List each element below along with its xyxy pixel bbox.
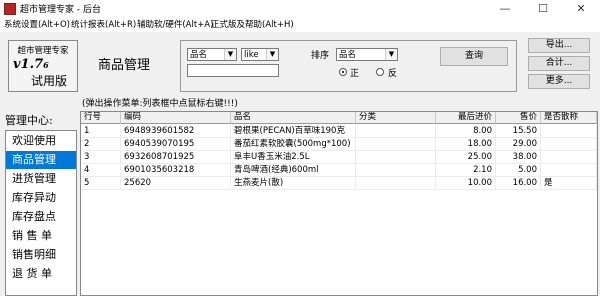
page-title: 商品管理 bbox=[98, 58, 151, 73]
table-cell: 碧根果(PECAN)百草味190克 bbox=[231, 125, 356, 138]
field-select[interactable]: 品名 ▼ bbox=[187, 48, 237, 61]
table-cell: 6948939601582 bbox=[121, 125, 231, 138]
nav-item-sales-order[interactable]: 销 售 单 bbox=[6, 227, 76, 245]
table-cell: 是 bbox=[541, 177, 597, 190]
column-header[interactable]: 行号 bbox=[81, 112, 121, 124]
table-cell: 3 bbox=[81, 151, 121, 164]
table-cell bbox=[541, 138, 597, 151]
table-cell: 6901035603218 bbox=[121, 164, 231, 177]
table-cell: 10.00 bbox=[436, 177, 496, 190]
nav-item-stocktake[interactable]: 库存盘点 bbox=[6, 208, 76, 226]
menu-bar: 系统设置(Alt+O) 统计报表(Alt+R) 辅助软/硬件(Alt+A) 正式… bbox=[0, 17, 600, 32]
table-cell: 番茄红素软胶囊(500mg*100) bbox=[231, 138, 356, 151]
product-logo: 超市管理专家 v1.76 试用版 bbox=[8, 40, 78, 92]
table-cell bbox=[356, 164, 436, 177]
column-header[interactable]: 编码 bbox=[121, 112, 231, 124]
table-cell: 25620 bbox=[121, 177, 231, 190]
table-cell: 38.00 bbox=[496, 151, 541, 164]
column-header[interactable]: 品名 bbox=[231, 112, 356, 124]
app-icon bbox=[4, 3, 16, 15]
table-cell bbox=[356, 138, 436, 151]
more-button[interactable]: 更多... bbox=[528, 74, 590, 89]
context-menu-hint: (弹出操作菜单:列表框中点鼠标右键!!!) bbox=[82, 99, 238, 109]
table-cell: 生燕麦片(散) bbox=[231, 177, 356, 190]
menu-help[interactable]: 正式版及帮助(Alt+H) bbox=[211, 18, 294, 30]
title-bar: 超市管理专家 - 后台 — ☐ ✕ bbox=[0, 0, 600, 17]
product-table[interactable]: 行号 编码 品名 分类 最后进价 售价 是否散称 1 6948939601582… bbox=[80, 111, 598, 296]
export-button[interactable]: 导出... bbox=[528, 38, 590, 53]
table-cell: 6940539070195 bbox=[121, 138, 231, 151]
logo-name: 超市管理专家 bbox=[17, 46, 69, 56]
menu-reports[interactable]: 统计报表(Alt+R) bbox=[71, 18, 136, 30]
table-cell: 4 bbox=[81, 164, 121, 177]
search-value-input[interactable] bbox=[187, 64, 279, 77]
total-button[interactable]: 合计... bbox=[528, 56, 590, 71]
nav-item-products[interactable]: 商品管理 bbox=[6, 151, 76, 169]
chevron-down-icon: ▼ bbox=[385, 49, 397, 60]
maximize-button[interactable]: ☐ bbox=[524, 0, 562, 17]
sort-asc-label: 正 bbox=[350, 69, 360, 79]
table-cell bbox=[541, 151, 597, 164]
nav-heading: 管理中心: bbox=[5, 114, 53, 127]
chevron-down-icon: ▼ bbox=[266, 49, 278, 60]
sort-desc-label: 反 bbox=[388, 69, 398, 79]
table-cell bbox=[541, 125, 597, 138]
sort-select[interactable]: 品名 ▼ bbox=[336, 48, 398, 61]
column-header[interactable]: 分类 bbox=[356, 112, 436, 124]
nav-item-returns[interactable]: 退 货 单 bbox=[6, 265, 76, 283]
nav-item-sales-detail[interactable]: 销售明细 bbox=[6, 246, 76, 264]
logo-version: v1.76 bbox=[13, 57, 49, 72]
table-cell: 25.00 bbox=[436, 151, 496, 164]
column-header[interactable]: 售价 bbox=[496, 112, 541, 124]
table-cell bbox=[356, 151, 436, 164]
table-cell: 阜丰U香玉米油2.5L bbox=[231, 151, 356, 164]
close-button[interactable]: ✕ bbox=[562, 0, 600, 17]
table-cell: 6932608701925 bbox=[121, 151, 231, 164]
table-cell: 18.00 bbox=[436, 138, 496, 151]
table-cell bbox=[356, 177, 436, 190]
sort-asc-radio[interactable] bbox=[339, 68, 347, 76]
nav-item-purchase[interactable]: 进货管理 bbox=[6, 170, 76, 188]
table-cell: 1 bbox=[81, 125, 121, 138]
table-cell: 5.00 bbox=[496, 164, 541, 177]
table-cell: 5 bbox=[81, 177, 121, 190]
table-cell bbox=[356, 125, 436, 138]
table-cell: 29.00 bbox=[496, 138, 541, 151]
logo-edition: 试用版 bbox=[31, 74, 68, 88]
sort-desc-radio[interactable] bbox=[376, 68, 384, 76]
table-cell: 2.10 bbox=[436, 164, 496, 177]
nav-list: 欢迎使用 商品管理 进货管理 库存异动 库存盘点 销 售 单 销售明细 退 货 … bbox=[5, 130, 77, 296]
chevron-down-icon: ▼ bbox=[224, 49, 236, 60]
table-cell: 8.00 bbox=[436, 125, 496, 138]
minimize-button[interactable]: — bbox=[486, 0, 524, 17]
table-cell: 15.50 bbox=[496, 125, 541, 138]
operator-select[interactable]: like ▼ bbox=[241, 48, 279, 61]
nav-item-welcome[interactable]: 欢迎使用 bbox=[6, 132, 76, 150]
column-header[interactable]: 是否散称 bbox=[541, 112, 597, 124]
sort-label: 排序 bbox=[311, 51, 330, 61]
menu-system-settings[interactable]: 系统设置(Alt+O) bbox=[4, 18, 70, 30]
table-cell bbox=[541, 164, 597, 177]
query-button[interactable]: 查询 bbox=[440, 47, 508, 66]
table-cell: 青岛啤酒(经典)600ml bbox=[231, 164, 356, 177]
table-cell: 2 bbox=[81, 138, 121, 151]
menu-hardware[interactable]: 辅助软/硬件(Alt+A) bbox=[137, 18, 213, 30]
nav-item-stock-change[interactable]: 库存异动 bbox=[6, 189, 76, 207]
table-cell: 16.00 bbox=[496, 177, 541, 190]
column-header[interactable]: 最后进价 bbox=[436, 112, 496, 124]
window-title: 超市管理专家 - 后台 bbox=[20, 5, 101, 15]
